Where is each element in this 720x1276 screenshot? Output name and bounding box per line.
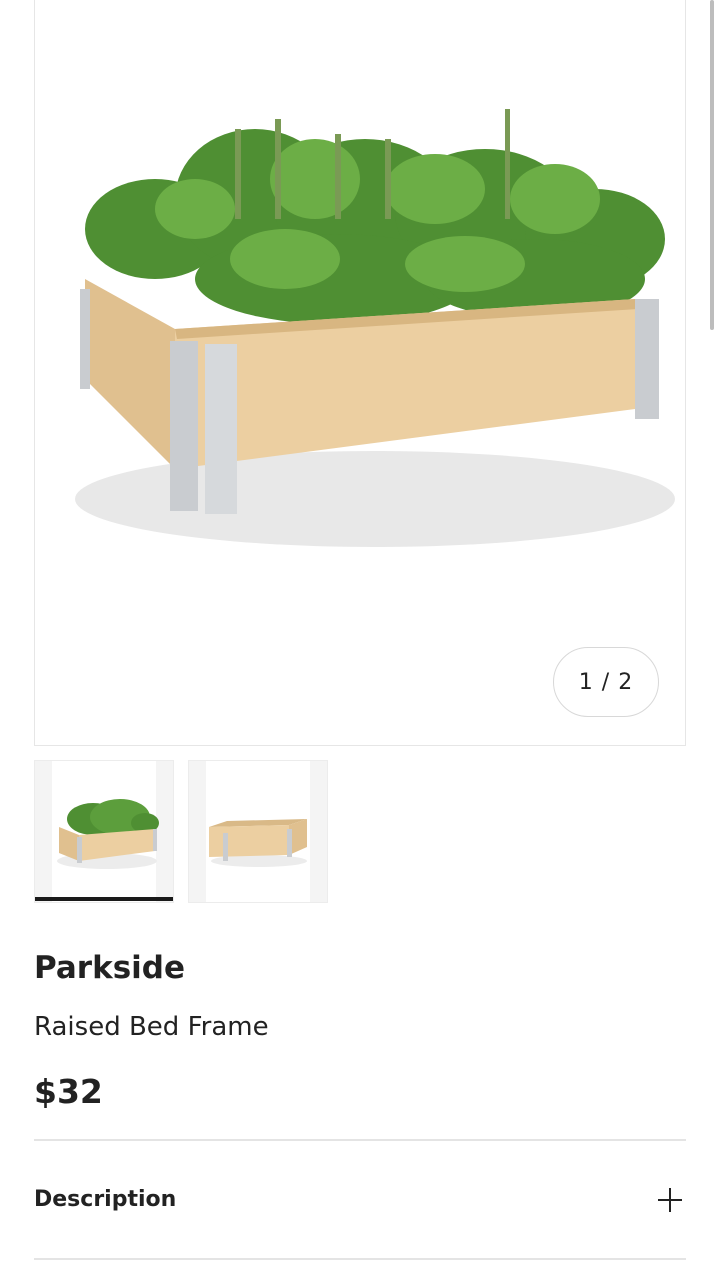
thumbnail-active-indicator	[35, 897, 173, 901]
plus-icon[interactable]	[658, 1187, 682, 1212]
image-counter: 1 / 2	[553, 647, 659, 717]
divider	[34, 1258, 686, 1260]
product-title: Raised Bed Frame	[34, 1012, 269, 1042]
product-brand: Parkside	[34, 950, 186, 986]
thumbnail-empty-bed-image	[209, 819, 307, 867]
product-price: $32	[34, 1072, 103, 1111]
description-label: Description	[34, 1187, 177, 1212]
thumbnail-1[interactable]	[34, 760, 174, 903]
thumbnail-herbs-image	[57, 799, 159, 869]
product-image-main[interactable]: 1 / 2	[34, 0, 686, 746]
thumbnail-2[interactable]	[188, 760, 328, 903]
scrollbar[interactable]	[710, 0, 714, 330]
description-accordion[interactable]: Description	[34, 1141, 686, 1258]
raised-bed-herbs-image	[75, 109, 675, 547]
